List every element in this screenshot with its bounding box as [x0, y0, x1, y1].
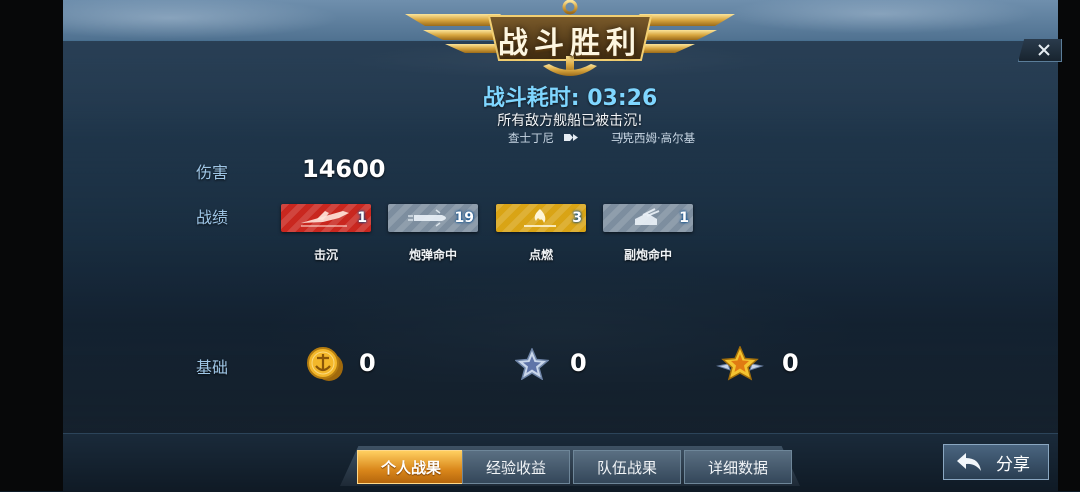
stat-label-shell-hits: 炮弹命中 [408, 248, 457, 262]
stat-count: 1 [357, 210, 367, 226]
stat-card-secondary-hits[interactable]: 1 [603, 204, 693, 232]
tab-personal-results[interactable]: 个人战果 [357, 450, 465, 484]
result-tabs: 个人战果 经验收益 队伍战果 详细数据 [340, 446, 800, 486]
gold-star-icon [716, 346, 764, 381]
secondary-gun-icon [635, 208, 660, 225]
tab-detailed-data[interactable]: 详细数据 [684, 450, 792, 484]
close-icon [1038, 44, 1050, 56]
battle-time: 战斗耗时: 03:26 [440, 80, 700, 112]
silver-star-reward-value: 0 [570, 349, 587, 377]
kill-feed-victim: 马克西姆·高尔基 [611, 131, 696, 145]
victory-emblem: 战斗胜利 [405, 0, 735, 82]
stat-card-shell-hits[interactable]: 19 [388, 204, 478, 232]
damage-value: 14600 [302, 155, 386, 183]
stat-count: 3 [572, 210, 582, 226]
stat-count: 19 [454, 210, 474, 226]
tab-experience[interactable]: 经验收益 [462, 450, 570, 484]
share-arrow-icon [957, 453, 981, 471]
stat-label-ignite: 点燃 [528, 248, 553, 262]
rewards-label: 基础 [196, 358, 229, 377]
coin-reward-value: 0 [359, 349, 376, 377]
gold-coin-icon [307, 347, 343, 381]
achievements-label: 战绩 [196, 208, 229, 227]
stat-label-secondary-hits: 副炮命中 [623, 248, 672, 262]
share-label: 分享 [996, 454, 1030, 475]
right-edge [1058, 0, 1080, 491]
damage-label: 伤害 [196, 163, 229, 182]
kill-feed-killer: 查士丁尼 [508, 131, 554, 145]
share-button[interactable]: 分享 [943, 444, 1049, 480]
left-edge [0, 0, 63, 491]
tab-team-results[interactable]: 队伍战果 [573, 450, 681, 484]
plane-sinking-icon [301, 211, 349, 227]
gold-star-reward-value: 0 [782, 349, 799, 377]
stat-card-sunk[interactable]: 1 [281, 204, 371, 232]
close-button[interactable] [1018, 39, 1062, 62]
kill-arrow-icon [564, 134, 578, 141]
stat-label-sunk: 击沉 [313, 248, 338, 262]
result-message: 所有敌方舰船已被击沉! [497, 113, 643, 129]
stat-card-ignite[interactable]: 3 [496, 204, 586, 232]
stat-count: 1 [679, 210, 689, 226]
shell-icon [408, 209, 446, 227]
battle-time-label: 战斗耗时: [482, 86, 580, 111]
battle-time-value: 03:26 [587, 86, 658, 111]
kill-feed: 查士丁尼 III 马克西姆·高尔基 [490, 130, 730, 146]
silver-star-icon [515, 348, 549, 380]
fire-icon [524, 209, 556, 227]
victory-title: 战斗胜利 [498, 26, 642, 61]
